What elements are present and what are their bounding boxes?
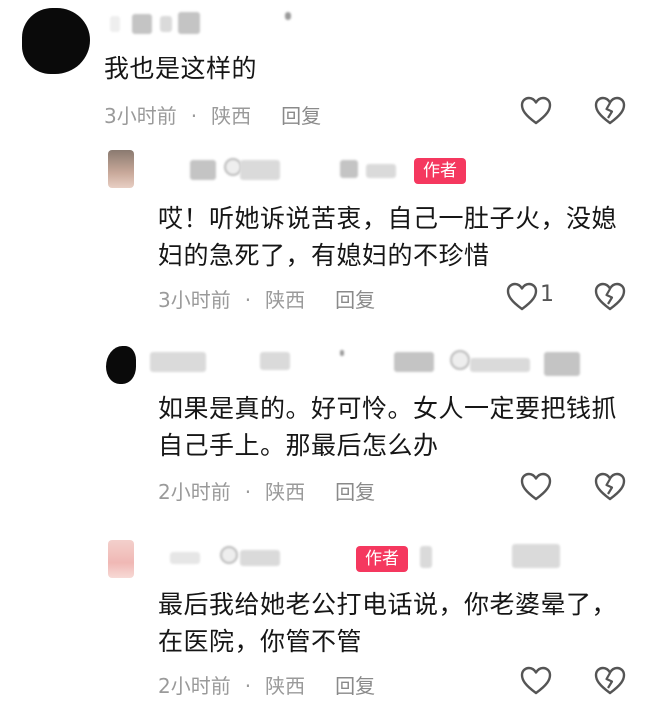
broken-heart-icon[interactable] <box>594 96 626 130</box>
avatar[interactable] <box>22 8 90 74</box>
reply-button[interactable]: 回复 <box>335 476 375 505</box>
ip-location: 陕西 <box>265 674 306 698</box>
avatar[interactable] <box>106 346 136 384</box>
like-icon[interactable] <box>520 96 552 130</box>
reply-button[interactable]: 回复 <box>281 100 321 129</box>
username-redacted[interactable] <box>110 12 300 34</box>
comment-meta: 2小时前 · 陕西 回复 <box>158 476 375 505</box>
comment-text: 哎！听她诉说苦衷，自己一肚子火，没媳妇的急死了，有媳妇的不珍惜 <box>158 204 618 270</box>
reply-button[interactable]: 回复 <box>335 670 375 699</box>
broken-heart-icon[interactable] <box>594 472 626 506</box>
like-icon[interactable] <box>520 472 552 506</box>
ip-location: 陕西 <box>265 288 306 312</box>
reply-item: 如果是真的。好可怜。女人一定要把钱抓自己手上。那最后怎么办 2小时前 · 陕西 回复 <box>0 342 660 512</box>
separator-dot: · <box>190 104 198 128</box>
avatar[interactable] <box>108 150 134 188</box>
timestamp: 2小时前 <box>158 480 231 504</box>
ip-location: 陕西 <box>211 104 252 128</box>
separator-dot: · <box>244 288 252 312</box>
username-redacted[interactable] <box>170 544 350 566</box>
avatar[interactable] <box>108 540 134 578</box>
reply-item: 作者 哎！听她诉说苦衷，自己一肚子火，没媳妇的急死了，有媳妇的不珍惜 3小时前 ·… <box>0 150 660 320</box>
broken-heart-icon[interactable] <box>594 666 626 700</box>
comment-item: 我也是这样的 3小时前 · 陕西 回复 <box>0 0 660 130</box>
comment-meta: 2小时前 · 陕西 回复 <box>158 670 375 699</box>
like-icon[interactable] <box>520 666 552 700</box>
reply-button[interactable]: 回复 <box>335 284 375 313</box>
username-redacted[interactable] <box>420 542 580 568</box>
comment-text: 如果是真的。好可怜。女人一定要把钱抓自己手上。那最后怎么办 <box>158 394 618 460</box>
comment-meta: 3小时前 · 陕西 回复 <box>104 100 321 129</box>
username-redacted[interactable] <box>150 348 590 376</box>
like-icon[interactable] <box>506 282 538 316</box>
separator-dot: · <box>244 480 252 504</box>
timestamp: 3小时前 <box>104 104 177 128</box>
comment-text: 最后我给她老公打电话说，你老婆晕了，在医院，你管不管 <box>158 590 618 656</box>
ip-location: 陕西 <box>265 480 306 504</box>
timestamp: 3小时前 <box>158 288 231 312</box>
timestamp: 2小时前 <box>158 674 231 698</box>
reply-item: 作者 最后我给她老公打电话说，你老婆晕了，在医院，你管不管 2小时前 · 陕西 回复 <box>0 538 660 702</box>
broken-heart-icon[interactable] <box>594 282 626 316</box>
username-redacted[interactable] <box>190 158 410 180</box>
like-count: 1 <box>540 282 554 307</box>
comment-text: 我也是这样的 <box>104 54 258 83</box>
separator-dot: · <box>244 674 252 698</box>
comment-meta: 3小时前 · 陕西 回复 <box>158 284 375 313</box>
author-tag: 作者 <box>414 158 466 184</box>
author-tag: 作者 <box>356 546 408 572</box>
